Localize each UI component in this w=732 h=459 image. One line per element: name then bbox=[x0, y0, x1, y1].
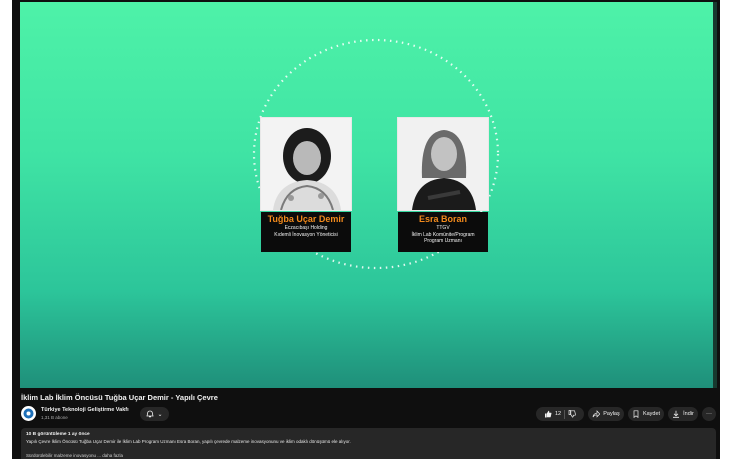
page-frame-left bbox=[0, 0, 12, 459]
speaker-caption-2: Esra Boran TTGV İklim Lab Komünite/Progr… bbox=[398, 212, 488, 252]
share-label: Paylaş bbox=[603, 411, 620, 417]
more-icon: ··· bbox=[706, 411, 712, 417]
speaker-name-2: Esra Boran bbox=[418, 214, 468, 224]
speaker-photo-1-image bbox=[261, 118, 351, 210]
download-icon bbox=[673, 410, 680, 418]
bell-icon bbox=[146, 410, 154, 418]
notification-button[interactable]: ⌄ bbox=[140, 407, 169, 421]
speaker-card-1: Tuğba Uçar Demir Eczacıbaşı Holding Kıde… bbox=[261, 118, 351, 252]
page-frame-right bbox=[720, 0, 732, 459]
speaker-role-2b: Program Uzmanı bbox=[424, 238, 462, 244]
dislike-icon[interactable] bbox=[568, 410, 576, 418]
download-button[interactable]: İndir bbox=[668, 407, 698, 421]
like-icon bbox=[544, 410, 552, 418]
decorative-ring bbox=[252, 38, 500, 270]
description-box[interactable]: 10 B görüntüleme 1 ay önce Yapılı Çevre … bbox=[21, 428, 716, 459]
speaker-photo-2 bbox=[398, 118, 488, 210]
speaker-photo-1 bbox=[261, 118, 351, 210]
like-dislike-group: 12 bbox=[536, 407, 584, 421]
speaker-caption-1: Tuğba Uçar Demir Eczacıbaşı Holding Kıde… bbox=[261, 212, 351, 252]
views-and-date: 10 B görüntüleme 1 ay önce bbox=[26, 432, 90, 437]
video-title: İklim Lab İklim Öncüsü Tuğba Uçar Demir … bbox=[21, 393, 218, 402]
bell-caret: ⌄ bbox=[157, 411, 163, 418]
speaker-card-2: Esra Boran TTGV İklim Lab Komünite/Progr… bbox=[398, 118, 488, 252]
description-more[interactable]: Sürdürülebilir malzeme inovasyonu ... da… bbox=[26, 453, 123, 458]
speaker-role-1: Kıdemli İnovasyon Yöneticisi bbox=[274, 231, 338, 238]
like-divider bbox=[564, 409, 566, 419]
like-count: 12 bbox=[554, 411, 562, 417]
channel-logo-icon bbox=[23, 408, 34, 419]
speaker-photo-2-image bbox=[398, 118, 488, 210]
download-label: İndir bbox=[683, 411, 694, 417]
channel-avatar[interactable] bbox=[21, 406, 36, 421]
speaker-name-1: Tuğba Uçar Demir bbox=[267, 214, 345, 224]
channel-name[interactable]: Türkiye Teknoloji Geliştirme Vakfı bbox=[41, 407, 129, 413]
description-text: Yapılı Çevre İklim Öncüsü Tuğba Uçar Dem… bbox=[26, 439, 351, 444]
save-label: Kaydet bbox=[642, 411, 661, 417]
share-button[interactable]: Paylaş bbox=[588, 407, 624, 421]
like-button[interactable]: 12 bbox=[544, 410, 561, 418]
share-icon bbox=[592, 410, 601, 418]
video-player[interactable]: Tuğba Uçar Demir Eczacıbaşı Holding Kıde… bbox=[20, 2, 717, 388]
video-edge bbox=[713, 2, 717, 388]
save-icon bbox=[633, 410, 639, 418]
subscriber-count: 1,31 B abone bbox=[41, 415, 68, 420]
save-button[interactable]: Kaydet bbox=[628, 407, 664, 421]
more-actions-button[interactable]: ··· bbox=[702, 407, 716, 421]
